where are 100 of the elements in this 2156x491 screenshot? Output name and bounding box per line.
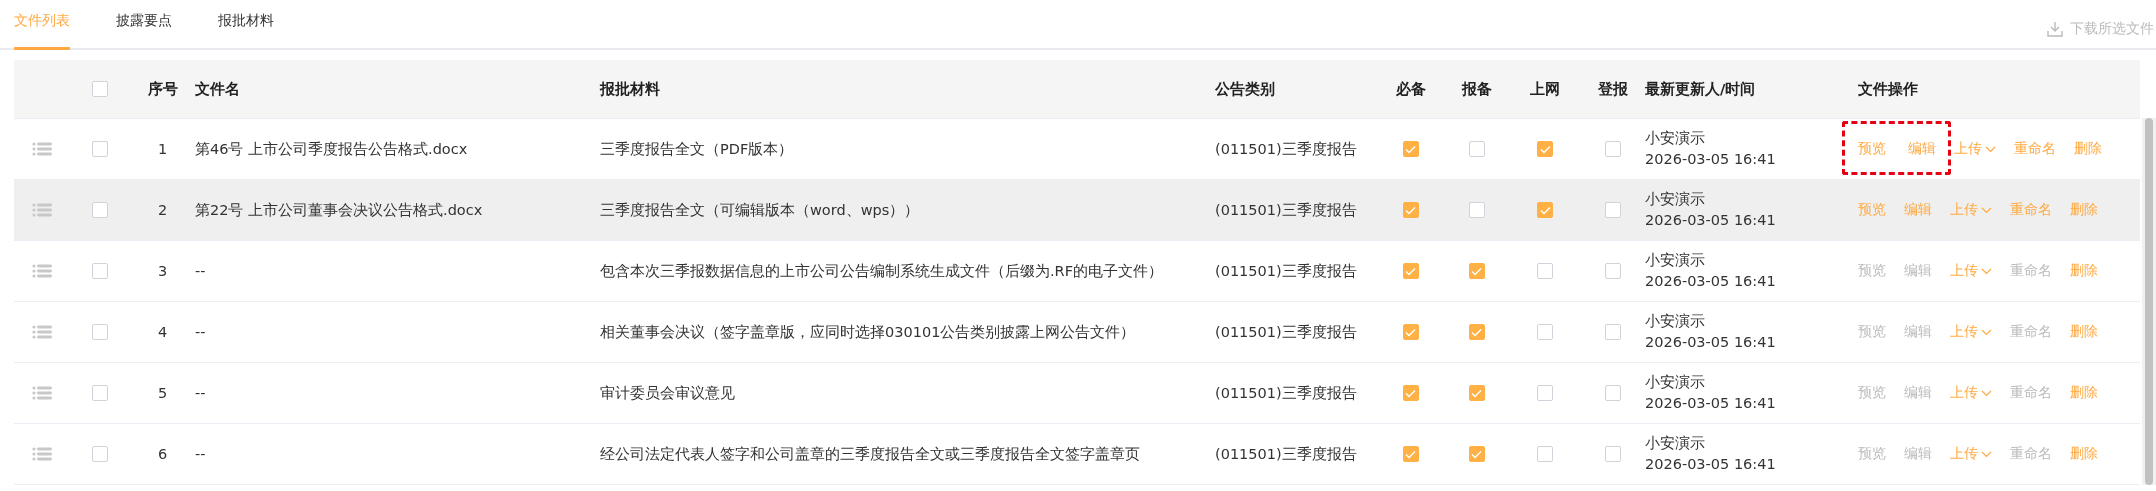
column-header: 文件操作 bbox=[1858, 79, 1918, 99]
action-link[interactable]: 删除 bbox=[2070, 323, 2098, 341]
checkbox[interactable] bbox=[1402, 446, 1419, 462]
row-number: 4 bbox=[157, 324, 168, 340]
file-name: -- bbox=[195, 263, 206, 279]
updater-name: 小安演示 bbox=[1645, 129, 1706, 148]
checkbox[interactable] bbox=[1537, 385, 1553, 401]
column-header: 文件名 bbox=[195, 79, 240, 99]
checkbox[interactable] bbox=[1537, 324, 1553, 340]
caret-icon bbox=[1985, 145, 1996, 153]
action-link[interactable]: 删除 bbox=[2070, 384, 2098, 402]
category-text: (011501)三季度报告 bbox=[1215, 322, 1357, 342]
checkbox[interactable] bbox=[92, 202, 108, 218]
column-header: 序号 bbox=[147, 79, 178, 99]
checkbox[interactable] bbox=[1468, 446, 1485, 462]
column-header: 报批材料 bbox=[600, 79, 660, 99]
checkbox[interactable] bbox=[92, 141, 108, 157]
checkbox[interactable] bbox=[1468, 324, 1485, 340]
row-number: 6 bbox=[157, 446, 168, 462]
checkbox[interactable] bbox=[1604, 141, 1621, 157]
file-name: -- bbox=[195, 324, 206, 340]
checkbox[interactable] bbox=[1604, 202, 1621, 218]
material-text: 相关董事会决议（签字盖章版，应同时选择030101公告类别披露上网公告文件） bbox=[600, 322, 1137, 342]
file-name: 第46号 上市公司季度报告公告格式.docx bbox=[195, 139, 468, 159]
row-number: 3 bbox=[157, 263, 168, 279]
caret-icon bbox=[1981, 328, 1992, 336]
checkbox[interactable] bbox=[1604, 446, 1621, 462]
checkbox[interactable] bbox=[1537, 446, 1553, 462]
drag-handle-icon bbox=[32, 264, 52, 278]
action-link[interactable]: 删除 bbox=[2070, 445, 2098, 463]
action-link[interactable]: 预览 bbox=[1858, 201, 1886, 219]
checkbox[interactable] bbox=[92, 446, 108, 462]
checkbox[interactable] bbox=[1537, 263, 1553, 279]
action-link[interactable]: 编辑 bbox=[1904, 201, 1932, 219]
checkbox[interactable] bbox=[92, 324, 108, 340]
action-link[interactable]: 重命名 bbox=[2010, 201, 2052, 219]
upload-dropdown[interactable]: 上传 bbox=[1950, 445, 1992, 463]
upload-dropdown[interactable]: 上传 bbox=[1950, 201, 1992, 219]
category-text: (011501)三季度报告 bbox=[1215, 444, 1357, 464]
checkbox[interactable] bbox=[1402, 324, 1419, 340]
material-text: 经公司法定代表人签字和公司盖章的三季度报告全文或三季度报告全文签字盖章页 bbox=[600, 444, 1141, 464]
action-link[interactable]: 编辑 bbox=[1908, 140, 1936, 158]
caret-icon bbox=[1981, 450, 1992, 458]
category-text: (011501)三季度报告 bbox=[1215, 261, 1357, 281]
tab[interactable]: 文件列表 bbox=[14, 0, 70, 50]
table-row[interactable]: 2 第22号 上市公司董事会决议公告格式.docx 三季度报告全文（可编辑版本（word、wps）） (011501)三季度报告 小安演示 2026-03-05 16:41 预览 编辑 上传 重命名 删除 bbox=[14, 180, 2140, 241]
checkbox[interactable] bbox=[1402, 385, 1419, 401]
column-header: 上网 bbox=[1530, 79, 1560, 99]
tab[interactable]: 报批材料 bbox=[218, 0, 274, 50]
checkbox[interactable] bbox=[1604, 263, 1621, 279]
download-icon bbox=[2046, 20, 2064, 38]
checkbox[interactable] bbox=[1402, 141, 1419, 157]
checkbox[interactable] bbox=[1604, 324, 1621, 340]
update-time: 2026-03-05 16:41 bbox=[1645, 150, 1776, 169]
update-time: 2026-03-05 16:41 bbox=[1645, 272, 1776, 291]
checkbox[interactable] bbox=[92, 385, 108, 401]
column-header: 最新更新人/时间 bbox=[1645, 79, 1756, 99]
category-text: (011501)三季度报告 bbox=[1215, 383, 1357, 403]
material-text: 审计委员会审议意见 bbox=[600, 383, 736, 403]
upload-dropdown[interactable]: 上传 bbox=[1950, 384, 1992, 402]
action-link[interactable]: 预览 bbox=[1858, 140, 1886, 158]
column-header: 公告类别 bbox=[1215, 79, 1275, 99]
upload-dropdown[interactable]: 上传 bbox=[1950, 262, 1992, 280]
caret-icon bbox=[1981, 206, 1992, 214]
column-header: 报备 bbox=[1461, 79, 1492, 99]
row-number: 1 bbox=[157, 141, 168, 157]
file-name: -- bbox=[195, 385, 206, 401]
action-link[interactable]: 重命名 bbox=[2014, 140, 2056, 158]
updater-name: 小安演示 bbox=[1645, 251, 1706, 270]
checkbox[interactable] bbox=[1537, 141, 1553, 157]
tab[interactable]: 披露要点 bbox=[116, 0, 172, 50]
material-text: 三季度报告全文（可编辑版本（word、wps）） bbox=[600, 200, 921, 220]
update-time: 2026-03-05 16:41 bbox=[1645, 333, 1776, 352]
action-link[interactable]: 删除 bbox=[2070, 201, 2098, 219]
checkbox[interactable] bbox=[92, 81, 108, 97]
category-text: (011501)三季度报告 bbox=[1215, 200, 1357, 220]
column-header: 登报 bbox=[1597, 79, 1628, 99]
upload-dropdown[interactable]: 上传 bbox=[1950, 323, 1992, 341]
action-link[interactable]: 删除 bbox=[2070, 262, 2098, 280]
upload-dropdown[interactable]: 上传 bbox=[1954, 140, 1996, 158]
column-header: 必备 bbox=[1395, 79, 1426, 99]
updater-name: 小安演示 bbox=[1645, 312, 1706, 331]
checkbox[interactable] bbox=[1468, 263, 1485, 279]
update-time: 2026-03-05 16:41 bbox=[1645, 455, 1776, 474]
checkbox[interactable] bbox=[1468, 385, 1485, 401]
action-link[interactable]: 删除 bbox=[2074, 140, 2102, 158]
drag-handle-icon bbox=[32, 447, 52, 461]
checkbox[interactable] bbox=[1468, 202, 1485, 218]
checkbox[interactable] bbox=[1468, 141, 1485, 157]
checkbox[interactable] bbox=[1402, 202, 1419, 218]
updater-name: 小安演示 bbox=[1645, 434, 1706, 453]
checkbox[interactable] bbox=[1537, 202, 1553, 218]
checkbox[interactable] bbox=[1402, 263, 1419, 279]
material-text: 包含本次三季报数据信息的上市公司公告编制系统生成文件（后缀为.RF的电子文件） bbox=[600, 261, 1165, 281]
checkbox[interactable] bbox=[1604, 385, 1621, 401]
caret-icon bbox=[1981, 267, 1992, 275]
caret-icon bbox=[1981, 389, 1992, 397]
scrollbar[interactable] bbox=[2142, 118, 2156, 485]
checkbox[interactable] bbox=[92, 263, 108, 279]
category-text: (011501)三季度报告 bbox=[1215, 139, 1357, 159]
